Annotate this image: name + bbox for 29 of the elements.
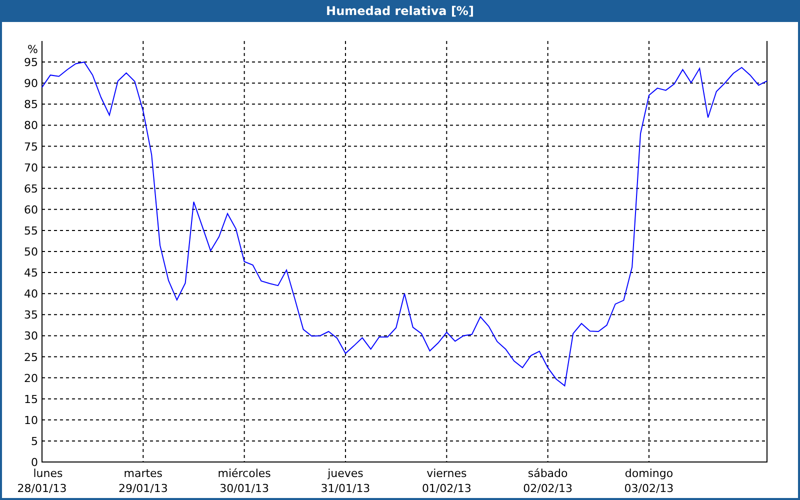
x-tick-label: lunes 28/01/13 [17,467,67,495]
x-tick-label: martes 29/01/13 [118,467,168,495]
x-tick-label: viernes 01/02/13 [422,467,472,495]
y-tick-label: 55 [24,224,38,238]
y-tick-label: 50 [24,246,38,258]
y-tick-label: 75 [24,140,38,154]
y-tick-label: 15 [24,392,38,406]
y-tick-label: 80 [24,119,38,132]
y-tick-label: 10 [24,414,38,427]
y-tick-label: 45 [24,266,38,280]
y-tick-label: 70 [24,161,38,174]
y-tick-label: 30 [24,330,38,343]
x-tick-label: miércoles 30/01/13 [218,467,271,495]
y-tick-label: 35 [24,308,38,322]
y-tick-label: 95 [24,56,38,70]
y-tick-label: 85 [24,98,38,112]
y-tick-label: 25 [24,350,38,364]
y-tick-label: 90 [24,77,38,90]
x-tick-label: jueves 31/01/13 [320,467,370,495]
y-tick-label: 5 [31,434,38,448]
y-tick-label: 20 [24,372,38,385]
x-tick-label: sábado 02/02/13 [523,467,573,495]
y-tick-label: 0 [31,456,38,469]
y-tick-label: 60 [24,203,38,216]
window-title: Humedad relativa [%] [325,3,475,20]
x-tick-label: domingo 03/02/13 [624,467,674,495]
y-tick-label: 40 [24,288,38,301]
y-axis-unit: % [28,43,38,56]
y-tick-label: 65 [24,182,38,196]
